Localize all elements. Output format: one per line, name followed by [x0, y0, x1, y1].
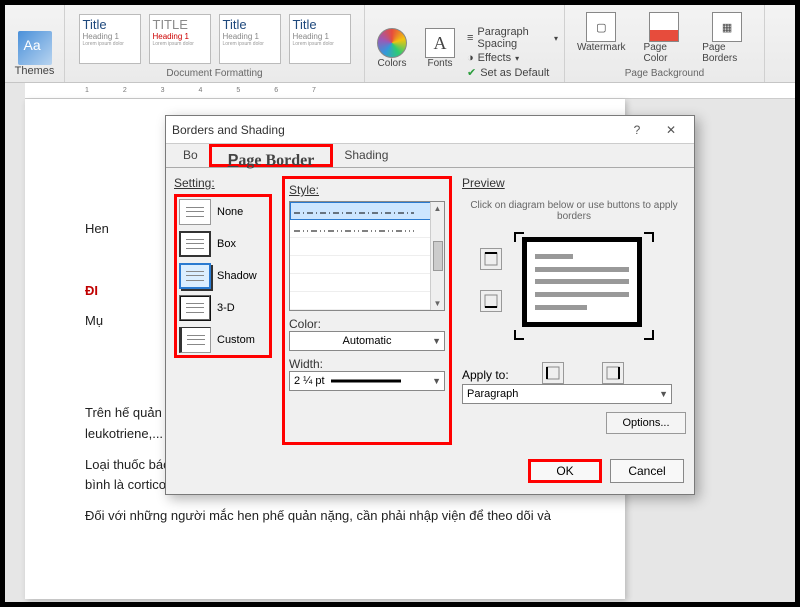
help-button[interactable]: ? [620, 119, 654, 141]
corner-icon [514, 330, 524, 340]
preview-label: Preview [462, 176, 686, 190]
corner-icon [644, 232, 654, 242]
setting-none[interactable]: None [179, 199, 267, 225]
ribbon: Themes TitleHeading 1Lorem ipsum dolor T… [5, 5, 795, 83]
lines-icon: ≡ [467, 32, 473, 44]
border-left-button[interactable] [542, 362, 564, 384]
horizontal-ruler: 1 2 3 4 5 6 7 [25, 83, 795, 99]
width-dropdown[interactable]: 2 ¼ pt▼ [289, 371, 445, 391]
effects-button[interactable]: ◑Effects▾ [467, 52, 558, 64]
color-dropdown[interactable]: Automatic▼ [289, 331, 445, 351]
style-card[interactable]: TitleHeading 1Lorem ipsum dolor [79, 14, 141, 64]
tab-borders[interactable]: Bo [172, 144, 209, 167]
page-bg-label: Page Background [625, 68, 705, 79]
fonts-icon: A [425, 28, 455, 58]
setting-shadow[interactable]: Shadow [179, 263, 267, 289]
fonts-button[interactable]: A Fonts [419, 26, 461, 79]
effects-icon: ◑ [467, 52, 474, 64]
color-label: Color: [289, 317, 445, 331]
watermark-button[interactable]: ▢Watermark [571, 10, 632, 66]
ok-button[interactable]: OK [528, 459, 602, 483]
themes-icon [18, 31, 52, 65]
style-gallery[interactable]: TitleHeading 1Lorem ipsum dolor TITLEHea… [75, 12, 355, 66]
page-borders-icon: ▦ [712, 12, 742, 42]
tab-shading[interactable]: Shading [333, 144, 399, 167]
page-borders-button[interactable]: ▦Page Borders [696, 10, 758, 66]
chevron-down-icon: ▼ [432, 376, 441, 386]
doc-formatting-label: Document Formatting [166, 68, 262, 79]
check-icon: ✔ [467, 66, 476, 79]
chevron-down-icon: ▼ [659, 389, 668, 399]
options-button[interactable]: Options... [606, 412, 686, 434]
paragraph-spacing-button[interactable]: ≡Paragraph Spacing▾ [467, 26, 558, 50]
width-label: Width: [289, 357, 445, 371]
colors-button[interactable]: Colors [371, 26, 413, 79]
setting-label: Setting: [174, 176, 272, 190]
page-color-button[interactable]: Page Color [638, 10, 691, 66]
style-card[interactable]: TITLEHeading 1Lorem ipsum dolor [149, 14, 211, 64]
dialog-tabs: Bo Page Border Shading [166, 144, 694, 168]
style-card[interactable]: TitleHeading 1Lorem ipsum dolor [289, 14, 351, 64]
style-card[interactable]: TitleHeading 1Lorem ipsum dolor [219, 14, 281, 64]
setting-custom[interactable]: Custom [179, 327, 267, 353]
setting-box[interactable]: Box [179, 231, 267, 257]
preview-hint: Click on diagram below or use buttons to… [462, 200, 686, 222]
border-right-button[interactable] [602, 362, 624, 384]
style-scrollbar[interactable]: ▲▼ [430, 202, 444, 310]
chevron-down-icon: ▼ [432, 336, 441, 346]
apply-to-label: Apply to: [462, 368, 509, 382]
themes-label: Themes [15, 65, 55, 77]
corner-icon [644, 330, 654, 340]
setting-3d[interactable]: 3-D [179, 295, 267, 321]
border-bottom-button[interactable] [480, 290, 502, 312]
page-preview-icon [522, 237, 642, 327]
close-button[interactable]: ✕ [654, 119, 688, 141]
apply-to-dropdown[interactable]: Paragraph▼ [462, 384, 672, 404]
colors-icon [377, 28, 407, 58]
preview-diagram[interactable] [462, 232, 686, 352]
style-listbox[interactable]: ▲▼ [289, 201, 445, 311]
page-color-icon [649, 12, 679, 42]
themes-button[interactable]: Themes [9, 29, 61, 79]
set-default-button[interactable]: ✔Set as Default [467, 66, 558, 79]
dialog-title: Borders and Shading [172, 123, 620, 137]
border-top-button[interactable] [480, 248, 502, 270]
watermark-icon: ▢ [586, 12, 616, 42]
style-label: Style: [289, 183, 445, 197]
tab-page-border[interactable]: Page Border [209, 144, 334, 167]
borders-shading-dialog: Borders and Shading ? ✕ Bo Page Border S… [165, 115, 695, 495]
dialog-titlebar: Borders and Shading ? ✕ [166, 116, 694, 144]
cancel-button[interactable]: Cancel [610, 459, 684, 483]
